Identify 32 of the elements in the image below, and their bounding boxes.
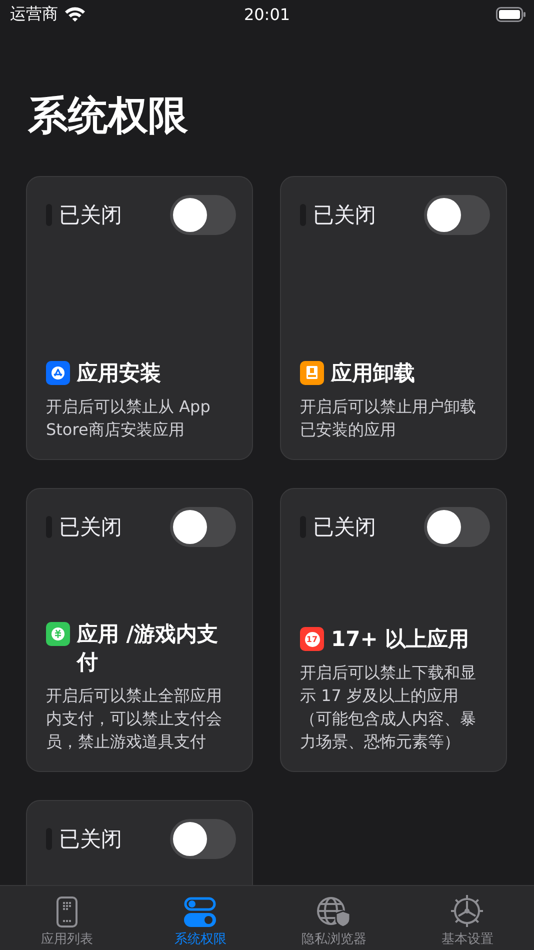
toggle-switch[interactable] (170, 819, 236, 859)
card-description: 开启后可以禁止全部应用内支付，可以禁止支付会员，禁止游戏道具支付 (46, 685, 223, 753)
tab-item[interactable]: 隐私浏览器 (267, 886, 400, 950)
toggle-switch[interactable] (424, 195, 490, 235)
status-label: 已关闭 (59, 514, 123, 541)
status-label: 已关闭 (59, 202, 123, 229)
toggle-switch[interactable] (170, 195, 236, 235)
toggle-switch[interactable] (424, 507, 490, 547)
app-icon: 17 (300, 627, 324, 651)
globe-shield-icon (316, 896, 352, 928)
phone-icon (56, 896, 78, 928)
page-title: 系统权限 (28, 92, 189, 141)
tab-item[interactable]: 应用列表 (0, 886, 134, 950)
card-description: 开启后可以禁止从 App Store商店安装应用 (46, 396, 212, 441)
clock-time: 20:01 (244, 4, 290, 24)
status-label: 已关闭 (313, 514, 377, 541)
tab-item[interactable]: 基本设置 (400, 886, 534, 950)
card-description: 开启后可以禁止用户卸载已安装的应用 (300, 396, 477, 441)
battery-icon (496, 6, 526, 22)
settings-icon (450, 894, 484, 928)
card-title: 应用卸载 (331, 360, 415, 387)
status-label: 已关闭 (313, 202, 377, 229)
card-title: 应用安装 (77, 360, 161, 387)
toggle-switch[interactable] (170, 507, 236, 547)
card-description: 开启后可以禁止下载和显示 17 岁及以上的应用（可能包含成人内容、暴力场景、恐怖元素等） (300, 662, 477, 753)
wifi-icon (64, 6, 86, 22)
status-label: 已关闭 (59, 826, 123, 853)
card-title: 应用 /游戏内支付 (77, 621, 219, 676)
tab-item[interactable]: 系统权限 (134, 886, 267, 950)
toggles-icon (184, 896, 216, 928)
card-title: 17+ 以上应用 (331, 626, 470, 653)
carrier-name: 运营商 (10, 4, 58, 24)
